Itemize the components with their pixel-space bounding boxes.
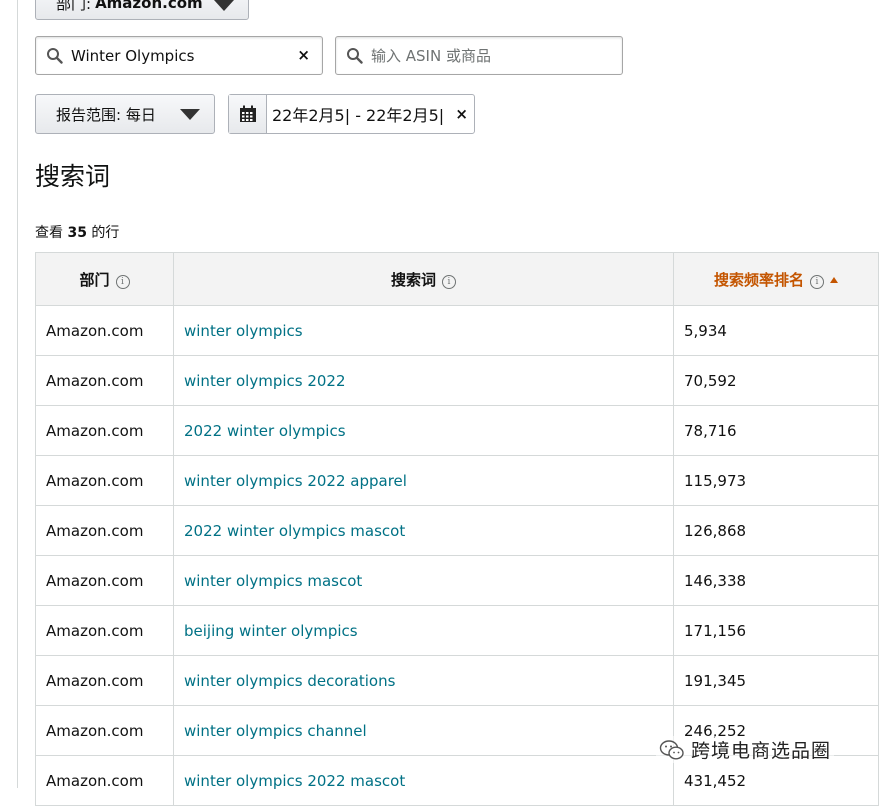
watermark-text: 跨境电商选品圈 — [691, 740, 832, 762]
department-cell: Amazon.com — [35, 755, 174, 806]
table-header-row: 部门 i 搜索词 i 搜索频率排名 i — [35, 252, 879, 306]
table-row: Amazon.com winter olympics 5,934 — [35, 305, 879, 356]
info-icon[interactable]: i — [115, 274, 130, 289]
column-header-search-frequency-rank[interactable]: 搜索频率排名 i — [673, 252, 879, 306]
chevron-down-icon — [180, 109, 200, 120]
search-term-link[interactable]: winter olympics 2022 — [184, 372, 346, 390]
wechat-icon — [659, 739, 684, 760]
rank-cell: 146,338 — [673, 555, 879, 606]
search-term-cell: 2022 winter olympics mascot — [173, 505, 674, 556]
calendar-button[interactable] — [229, 95, 267, 133]
department-cell: Amazon.com — [35, 655, 174, 706]
search-icon — [47, 48, 63, 64]
search-term-link[interactable]: winter olympics 2022 apparel — [184, 472, 407, 490]
table-row: Amazon.com 2022 winter olympics 78,716 — [35, 405, 879, 456]
row-count-prefix: 查看 — [35, 225, 63, 241]
department-cell: Amazon.com — [35, 555, 174, 606]
column-header-label: 部门 — [79, 270, 110, 289]
column-header-search-term[interactable]: 搜索词 i — [173, 252, 674, 306]
rank-cell: 78,716 — [673, 405, 879, 456]
page-title: 搜索词 — [35, 162, 111, 191]
table-row: Amazon.com 2022 winter olympics mascot 1… — [35, 505, 879, 556]
table-row: Amazon.com winter olympics 2022 70,592 — [35, 355, 879, 406]
search-term-link[interactable]: winter olympics channel — [184, 722, 367, 740]
rank-cell: 171,156 — [673, 605, 879, 656]
department-dropdown-prefix: 部门: — [56, 0, 92, 13]
rank-cell: 5,934 — [673, 305, 879, 356]
department-dropdown[interactable]: 部门: Amazon.com — [35, 0, 249, 20]
column-header-department[interactable]: 部门 i — [35, 252, 174, 306]
search-terms-table: 部门 i 搜索词 i 搜索频率排名 i Amazon.com winter olymp… — [35, 252, 879, 806]
search-term-link[interactable]: beijing winter olympics — [184, 622, 358, 640]
department-cell: Amazon.com — [35, 305, 174, 356]
rank-cell: 431,452 — [673, 755, 879, 806]
rank-cell: 70,592 — [673, 355, 879, 406]
search-term-cell: winter olympics channel — [173, 705, 674, 756]
info-icon[interactable]: i — [442, 274, 456, 289]
search-term-cell: winter olympics 2022 mascot — [173, 755, 674, 806]
search-icon — [347, 48, 363, 64]
table-row: Amazon.com winter olympics mascot 146,33… — [35, 555, 879, 606]
search-term-cell: 2022 winter olympics — [173, 405, 674, 456]
search-term-input[interactable] — [71, 46, 291, 65]
search-term-link[interactable]: 2022 winter olympics — [184, 422, 346, 440]
search-term-link[interactable]: winter olympics mascot — [184, 572, 362, 590]
report-range-dropdown[interactable]: 报告范围: 每日 — [35, 94, 215, 134]
table-row: Amazon.com winter olympics 2022 apparel … — [35, 455, 879, 506]
info-icon[interactable]: i — [810, 274, 824, 289]
department-cell: Amazon.com — [35, 355, 174, 406]
left-divider — [17, 0, 18, 788]
report-range-label: 报告范围: 每日 — [56, 105, 156, 124]
search-term-cell: winter olympics 2022 — [173, 355, 674, 406]
asin-search-box[interactable] — [335, 36, 623, 75]
search-term-cell: winter olympics — [173, 305, 674, 356]
asin-input[interactable] — [371, 46, 591, 65]
department-cell: Amazon.com — [35, 455, 174, 506]
rank-cell: 115,973 — [673, 455, 879, 506]
department-cell: Amazon.com — [35, 505, 174, 556]
table-row: Amazon.com winter olympics decorations 1… — [35, 655, 879, 706]
chevron-down-icon — [214, 0, 234, 11]
search-term-cell: winter olympics mascot — [173, 555, 674, 606]
table-row: Amazon.com winter olympics 2022 mascot 4… — [35, 755, 879, 806]
date-range-picker[interactable]: 22年2月5| - 22年2月5| × — [228, 94, 475, 134]
search-term-box[interactable]: × — [35, 36, 323, 75]
search-term-link[interactable]: winter olympics decorations — [184, 672, 395, 690]
clear-search-icon[interactable]: × — [297, 46, 310, 64]
sort-ascending-icon — [830, 276, 838, 283]
search-term-cell: winter olympics 2022 apparel — [173, 455, 674, 506]
rank-cell: 191,345 — [673, 655, 879, 706]
department-dropdown-value: Amazon.com — [95, 0, 203, 12]
column-header-label: 搜索频率排名 — [713, 270, 804, 289]
column-header-label: 搜索词 — [390, 270, 436, 289]
row-count-number: 35 — [67, 225, 87, 241]
search-term-link[interactable]: winter olympics — [184, 322, 303, 340]
watermark: 跨境电商选品圈 — [656, 736, 835, 763]
search-term-link[interactable]: 2022 winter olympics mascot — [184, 522, 405, 540]
table-row: Amazon.com beijing winter olympics 171,1… — [35, 605, 879, 656]
department-cell: Amazon.com — [35, 705, 174, 756]
row-count-suffix: 的行 — [91, 225, 120, 241]
search-term-link[interactable]: winter olympics 2022 mascot — [184, 772, 405, 790]
search-term-cell: beijing winter olympics — [173, 605, 674, 656]
rank-cell: 126,868 — [673, 505, 879, 556]
calendar-icon — [239, 105, 256, 122]
search-term-cell: winter olympics decorations — [173, 655, 674, 706]
date-range-value: 22年2月5| - 22年2月5| — [272, 106, 445, 125]
department-cell: Amazon.com — [35, 605, 174, 656]
department-cell: Amazon.com — [35, 405, 174, 456]
clear-date-icon[interactable]: × — [455, 105, 468, 123]
row-count-text: 查看 35 的行 — [35, 222, 119, 242]
